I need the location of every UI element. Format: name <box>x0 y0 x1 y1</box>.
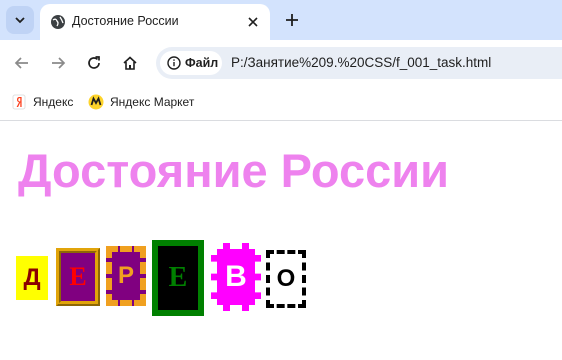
tab-title: Достояние России <box>72 14 179 28</box>
arrow-left-icon <box>14 57 28 69</box>
new-tab-button[interactable] <box>280 8 304 32</box>
back-button[interactable] <box>10 51 34 75</box>
address-bar[interactable]: Файл P:/Занятие%209.%20CSS/f_001_task.ht… <box>156 47 562 79</box>
bookmark-label: Яндекс Маркет <box>110 95 195 109</box>
tab-strip: Достояние России <box>0 0 562 40</box>
arrow-right-icon <box>52 57 66 69</box>
letter: Д <box>23 264 41 291</box>
letter-box-4-inner: Е <box>158 246 198 310</box>
letter-box-4: Е <box>152 240 204 316</box>
active-tab[interactable]: Достояние России <box>40 4 270 40</box>
home-icon <box>123 56 137 70</box>
letter: Р <box>117 262 134 289</box>
url-text[interactable]: P:/Занятие%209.%20CSS/f_001_task.html <box>231 55 491 70</box>
page-title: Достояние России <box>18 144 450 197</box>
forward-button[interactable] <box>46 51 70 75</box>
plus-icon <box>286 14 298 26</box>
toolbar: Файл P:/Занятие%209.%20CSS/f_001_task.ht… <box>0 40 562 86</box>
home-button[interactable] <box>118 51 142 75</box>
bookmark-yandex[interactable]: Яндекс <box>11 93 73 111</box>
letter-box-1: Д <box>16 256 48 300</box>
yandex-icon <box>12 94 26 110</box>
letter: В <box>225 260 247 293</box>
reload-button[interactable] <box>82 51 106 75</box>
chevron-down-icon <box>15 17 25 24</box>
letter: Е <box>69 262 87 291</box>
site-info-chip[interactable]: Файл <box>160 51 222 75</box>
tab-search-button[interactable] <box>6 6 34 34</box>
info-icon <box>167 56 181 70</box>
letter: Е <box>168 262 188 293</box>
bookmarks-bar: Яндекс Яндекс Маркет <box>0 86 562 121</box>
letter-box-5: В <box>211 243 261 311</box>
site-chip-label: Файл <box>185 56 219 70</box>
bookmark-yandex-market[interactable]: Яндекс Маркет <box>88 93 194 111</box>
yandex-market-icon <box>88 94 104 110</box>
letter: О <box>276 265 296 292</box>
letter-box-6: О <box>266 250 306 308</box>
letter-box-3: Р <box>106 246 146 306</box>
reload-icon <box>88 56 100 69</box>
bookmark-label: Яндекс <box>33 95 74 109</box>
globe-icon <box>51 15 65 29</box>
letter-box-2: Е <box>56 248 100 306</box>
close-tab-icon[interactable] <box>244 13 262 31</box>
